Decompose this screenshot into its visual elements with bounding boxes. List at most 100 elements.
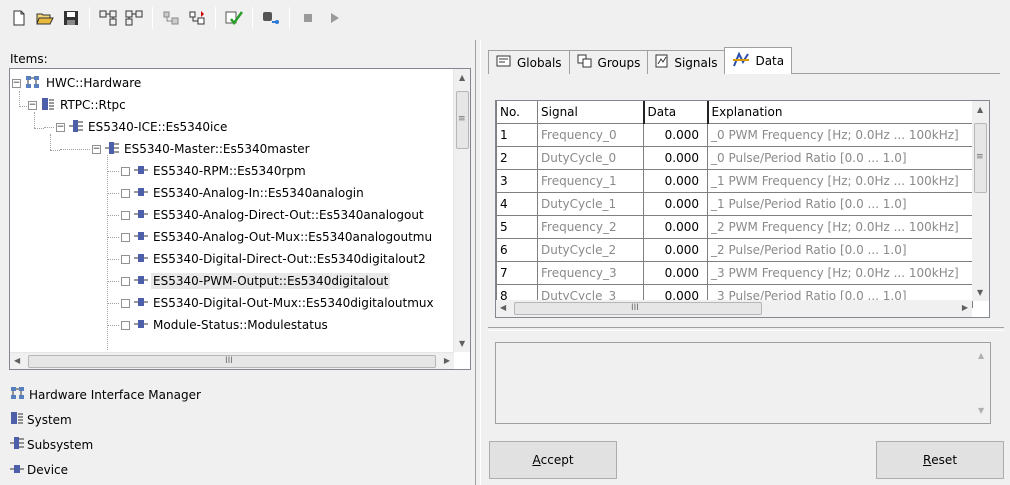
legend: Hardware Interface Manager System Subsys… xyxy=(10,382,201,482)
tree-item[interactable]: ES5340-Digital-Direct-Out::Es5340digital… xyxy=(107,248,428,270)
device-icon xyxy=(134,274,148,288)
cell-signal: Frequency_0 xyxy=(537,122,644,147)
column-header-no[interactable]: No. xyxy=(496,101,538,124)
remove-node-icon[interactable] xyxy=(123,7,145,29)
description-area[interactable]: ▲ ▼ xyxy=(495,342,991,424)
tree-item[interactable]: ES5340-Digital-Out-Mux::Es5340digitalout… xyxy=(107,292,436,314)
scroll-right-icon[interactable]: ▶ xyxy=(444,356,450,365)
tree-item-label: ES5340-Analog-Out-Mux::Es5340analogoutmu xyxy=(153,230,433,244)
tree-item[interactable]: ES5340-Analog-Direct-Out::Es5340analogou… xyxy=(107,204,426,226)
tab-groups[interactable]: Groups xyxy=(568,50,649,74)
items-tree[interactable]: − HWC::Hardware − RTPC::Rtpc − ES5340-IC… xyxy=(9,68,471,370)
cell-data[interactable]: 0.000 xyxy=(643,145,708,170)
cell-data[interactable]: 0.000 xyxy=(643,214,708,239)
import-icon[interactable] xyxy=(160,7,182,29)
tree-item[interactable]: ES5340-Analog-Out-Mux::Es5340analogoutmu xyxy=(107,226,434,248)
new-document-icon[interactable] xyxy=(8,7,30,29)
tab-data[interactable]: Data xyxy=(724,47,793,74)
tree-item[interactable]: − ES5340-Master::Es5340master xyxy=(60,138,312,160)
checkbox[interactable] xyxy=(121,320,130,330)
cell-data[interactable]: 0.000 xyxy=(643,237,708,262)
grid-vertical-scrollbar[interactable]: ▲ ≡ ▼ xyxy=(972,101,989,301)
check-icon[interactable] xyxy=(223,7,245,29)
cell-no: 5 xyxy=(496,214,538,239)
tree-item-selected[interactable]: ES5340-PWM-Output::Es5340digitalout xyxy=(107,270,391,292)
cell-data[interactable]: 0.000 xyxy=(643,191,708,216)
tab-bar: Globals Groups Signals Data xyxy=(488,46,793,74)
checkbox[interactable] xyxy=(121,210,130,220)
scroll-down-icon[interactable]: ▼ xyxy=(459,339,465,348)
scroll-up-icon[interactable]: ▲ xyxy=(459,73,465,82)
stop-icon[interactable] xyxy=(297,7,319,29)
checkbox[interactable] xyxy=(121,276,130,286)
description-vertical-scrollbar[interactable]: ▲ ▼ xyxy=(973,343,990,423)
tree-item[interactable]: ES5340-RPM::Es5340rpm xyxy=(107,160,308,182)
connect-icon[interactable] xyxy=(260,7,282,29)
cell-data[interactable]: 0.000 xyxy=(643,260,708,285)
checkbox[interactable] xyxy=(121,298,130,308)
scroll-left-icon[interactable]: ◀ xyxy=(14,356,20,365)
scroll-down-icon[interactable]: ▼ xyxy=(978,406,984,415)
table-row[interactable]: 6 DutyCycle_2 0.000 _2 Pulse/Period Rati… xyxy=(496,237,973,262)
cell-explanation: _2 Pulse/Period Ratio [0.0 ... 1.0] xyxy=(707,237,973,262)
tree-item[interactable]: − ES5340-ICE::Es5340ice xyxy=(44,116,229,138)
tree-item[interactable]: Module-Status::Modulestatus xyxy=(107,314,330,336)
tree-item-label: ES5340-Analog-In::Es5340analogin xyxy=(153,186,364,200)
tree-item[interactable]: ES5340-Analog-In::Es5340analogin xyxy=(107,182,366,204)
accept-button[interactable]: Accept xyxy=(489,441,617,479)
scroll-left-icon[interactable]: ◀ xyxy=(500,303,506,312)
scroll-up-icon[interactable]: ▲ xyxy=(978,351,984,360)
scrollbar-thumb[interactable]: III xyxy=(28,355,436,368)
scrollbar-thumb[interactable]: ≡ xyxy=(974,123,987,193)
table-row[interactable]: 2 DutyCycle_0 0.000 _0 Pulse/Period Rati… xyxy=(496,145,973,170)
pane-splitter[interactable] xyxy=(475,40,481,485)
reset-mnemonic: R xyxy=(922,453,932,467)
table-row[interactable]: 3 Frequency_1 0.000 _1 PWM Frequency [Hz… xyxy=(496,168,973,193)
export-icon[interactable] xyxy=(186,7,208,29)
collapse-icon[interactable]: − xyxy=(12,78,21,88)
device-icon xyxy=(134,230,148,244)
checkbox[interactable] xyxy=(121,166,130,176)
horizontal-splitter[interactable] xyxy=(488,327,1004,331)
grid-horizontal-scrollbar[interactable]: ◀ III ▶ xyxy=(496,300,972,317)
toolbar-separator xyxy=(152,7,153,29)
checkbox[interactable] xyxy=(121,254,130,264)
column-header-signal[interactable]: Signal xyxy=(537,101,645,124)
table-row[interactable]: 1 Frequency_0 0.000 _0 PWM Frequency [Hz… xyxy=(496,122,973,147)
legend-item: System xyxy=(10,407,201,432)
table-row[interactable]: 7 Frequency_3 0.000 _3 PWM Frequency [Hz… xyxy=(496,260,973,285)
column-header-data[interactable]: Data xyxy=(643,101,709,124)
tab-globals[interactable]: Globals xyxy=(488,50,570,74)
collapse-icon[interactable]: − xyxy=(92,144,101,154)
data-grid[interactable]: No. Signal Data Explanation 1 Frequency_… xyxy=(495,100,990,318)
collapse-icon[interactable]: − xyxy=(28,100,37,110)
scrollbar-thumb[interactable]: III xyxy=(514,302,762,315)
scroll-down-icon[interactable]: ▼ xyxy=(977,288,983,297)
checkbox[interactable] xyxy=(121,232,130,242)
cell-data[interactable]: 0.000 xyxy=(643,122,708,147)
cell-data[interactable]: 0.000 xyxy=(643,168,708,193)
tree-item-label: ES5340-Digital-Out-Mux::Es5340digitalout… xyxy=(153,296,434,310)
tab-signals[interactable]: Signals xyxy=(647,50,726,74)
legend-label: Subsystem xyxy=(27,437,94,452)
scrollbar-thumb[interactable]: ≡ xyxy=(456,91,469,149)
table-row[interactable]: 5 Frequency_2 0.000 _2 PWM Frequency [Hz… xyxy=(496,214,973,239)
toolbar-separator xyxy=(252,7,253,29)
cell-no: 7 xyxy=(496,260,538,285)
globals-icon xyxy=(496,54,512,71)
tree-horizontal-scrollbar[interactable]: ◀ III ▶ xyxy=(10,352,454,369)
open-folder-icon[interactable] xyxy=(34,7,56,29)
tree-item[interactable]: − HWC::Hardware xyxy=(12,72,143,94)
column-header-explanation[interactable]: Explanation xyxy=(707,101,973,124)
table-row[interactable]: 4 DutyCycle_1 0.000 _1 Pulse/Period Rati… xyxy=(496,191,973,216)
checkbox[interactable] xyxy=(121,188,130,198)
reset-button[interactable]: Reset xyxy=(876,441,1004,479)
tree-item[interactable]: − RTPC::Rtpc xyxy=(28,94,128,116)
add-node-icon[interactable] xyxy=(97,7,119,29)
play-icon[interactable] xyxy=(323,7,345,29)
scroll-up-icon[interactable]: ▲ xyxy=(977,105,983,114)
scroll-right-icon[interactable]: ▶ xyxy=(962,303,968,312)
save-icon[interactable] xyxy=(60,7,82,29)
collapse-icon[interactable]: − xyxy=(56,122,65,132)
tree-vertical-scrollbar[interactable]: ▲ ≡ ▼ xyxy=(453,69,470,352)
